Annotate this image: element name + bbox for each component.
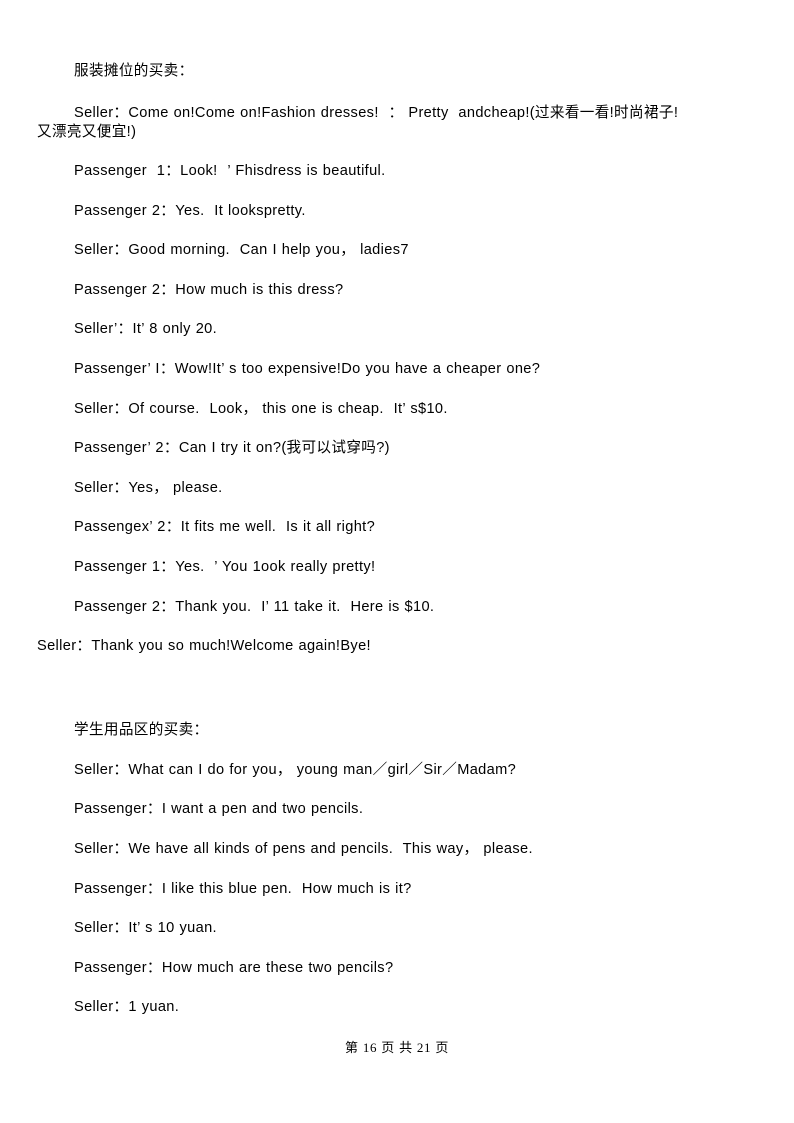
dialogue-line-passenger-2-how-much: Passenger 2：How much is this dress? bbox=[74, 281, 344, 298]
dialogue-line-passenger-1-expensive: Passenger’ I：Wow!It’ s too expensive!Do … bbox=[74, 360, 541, 377]
dialogue-line-passenger-two-pencils: Passenger：How much are these two pencils… bbox=[74, 959, 394, 976]
document-page: 服装摊位的买卖： Seller：Come on!Come on!Fashion … bbox=[0, 0, 794, 1123]
dialogue-line-seller-only-20: Seller’：It’ 8 only 20. bbox=[74, 321, 218, 338]
dialogue-line-seller-thank-you: Seller：Thank you so much!Welcome again!B… bbox=[37, 638, 371, 655]
footer-middle: 页 共 bbox=[381, 1040, 413, 1055]
dialogue-line-passenger-1-look: Passenger 1：Look! ’ Fhisdress is beautif… bbox=[74, 163, 386, 179]
dialogue-line-seller-what-can-i-do: Seller：What can I do for you， young man／… bbox=[74, 761, 517, 778]
page-footer: 第 16 页 共 21 页 bbox=[0, 1037, 794, 1056]
document-body: 服装摊位的买卖： Seller：Come on!Come on!Fashion … bbox=[37, 62, 767, 1038]
dialogue-line-seller-10-yuan: Seller：It’ s 10 yuan. bbox=[74, 920, 217, 937]
dialogue-line-passenger-blue-pen: Passenger：I like this blue pen. How much… bbox=[74, 880, 412, 897]
dialogue-line-seller-1-yuan: Seller：1 yuan. bbox=[74, 999, 180, 1016]
footer-total-pages: 21 bbox=[416, 1040, 432, 1055]
dialogue-line-passenger-2-try-on: Passenger’ 2：Can I try it on?(我可以试穿吗?) bbox=[74, 440, 390, 457]
section-heading-clothing-stall: 服装摊位的买卖： bbox=[74, 63, 194, 79]
footer-current-page: 16 bbox=[362, 1040, 378, 1055]
section-heading-stationery-area: 学生用品区的买卖： bbox=[74, 721, 209, 738]
dialogue-line-seller-all-kinds: Seller：We have all kinds of pens and pen… bbox=[74, 840, 533, 857]
footer-suffix: 页 bbox=[435, 1040, 449, 1055]
dialogue-line-seller-opening: Seller：Come on!Come on!Fashion dresses! … bbox=[37, 104, 767, 142]
dialogue-line-seller-good-morning: Seller：Good morning. Can I help you， lad… bbox=[74, 242, 409, 259]
dialogue-text-wrap: 又漂亮又便宜!) bbox=[37, 124, 137, 140]
dialogue-line-passenger-want-pen: Passenger：I want a pen and two pencils. bbox=[74, 801, 364, 818]
dialogue-line-seller-cheaper: Seller：Of course. Look， this one is chea… bbox=[74, 400, 448, 417]
dialogue-line-passenger-2-fits: Passengex’ 2：It fits me well. Is it all … bbox=[74, 519, 376, 536]
footer-prefix: 第 bbox=[345, 1040, 359, 1055]
dialogue-line-passenger-1-pretty: Passenger 1：Yes. ’ You 1ook really prett… bbox=[74, 558, 376, 575]
dialogue-text: Seller：Come on!Come on!Fashion dresses! … bbox=[74, 105, 679, 121]
dialogue-line-passenger-2-yes: Passenger 2：Yes. It lookspretty. bbox=[74, 202, 306, 219]
dialogue-line-seller-yes-please: Seller：Yes， please. bbox=[74, 479, 223, 496]
dialogue-line-passenger-2-take-it: Passenger 2：Thank you. I’ 11 take it. He… bbox=[74, 598, 435, 615]
